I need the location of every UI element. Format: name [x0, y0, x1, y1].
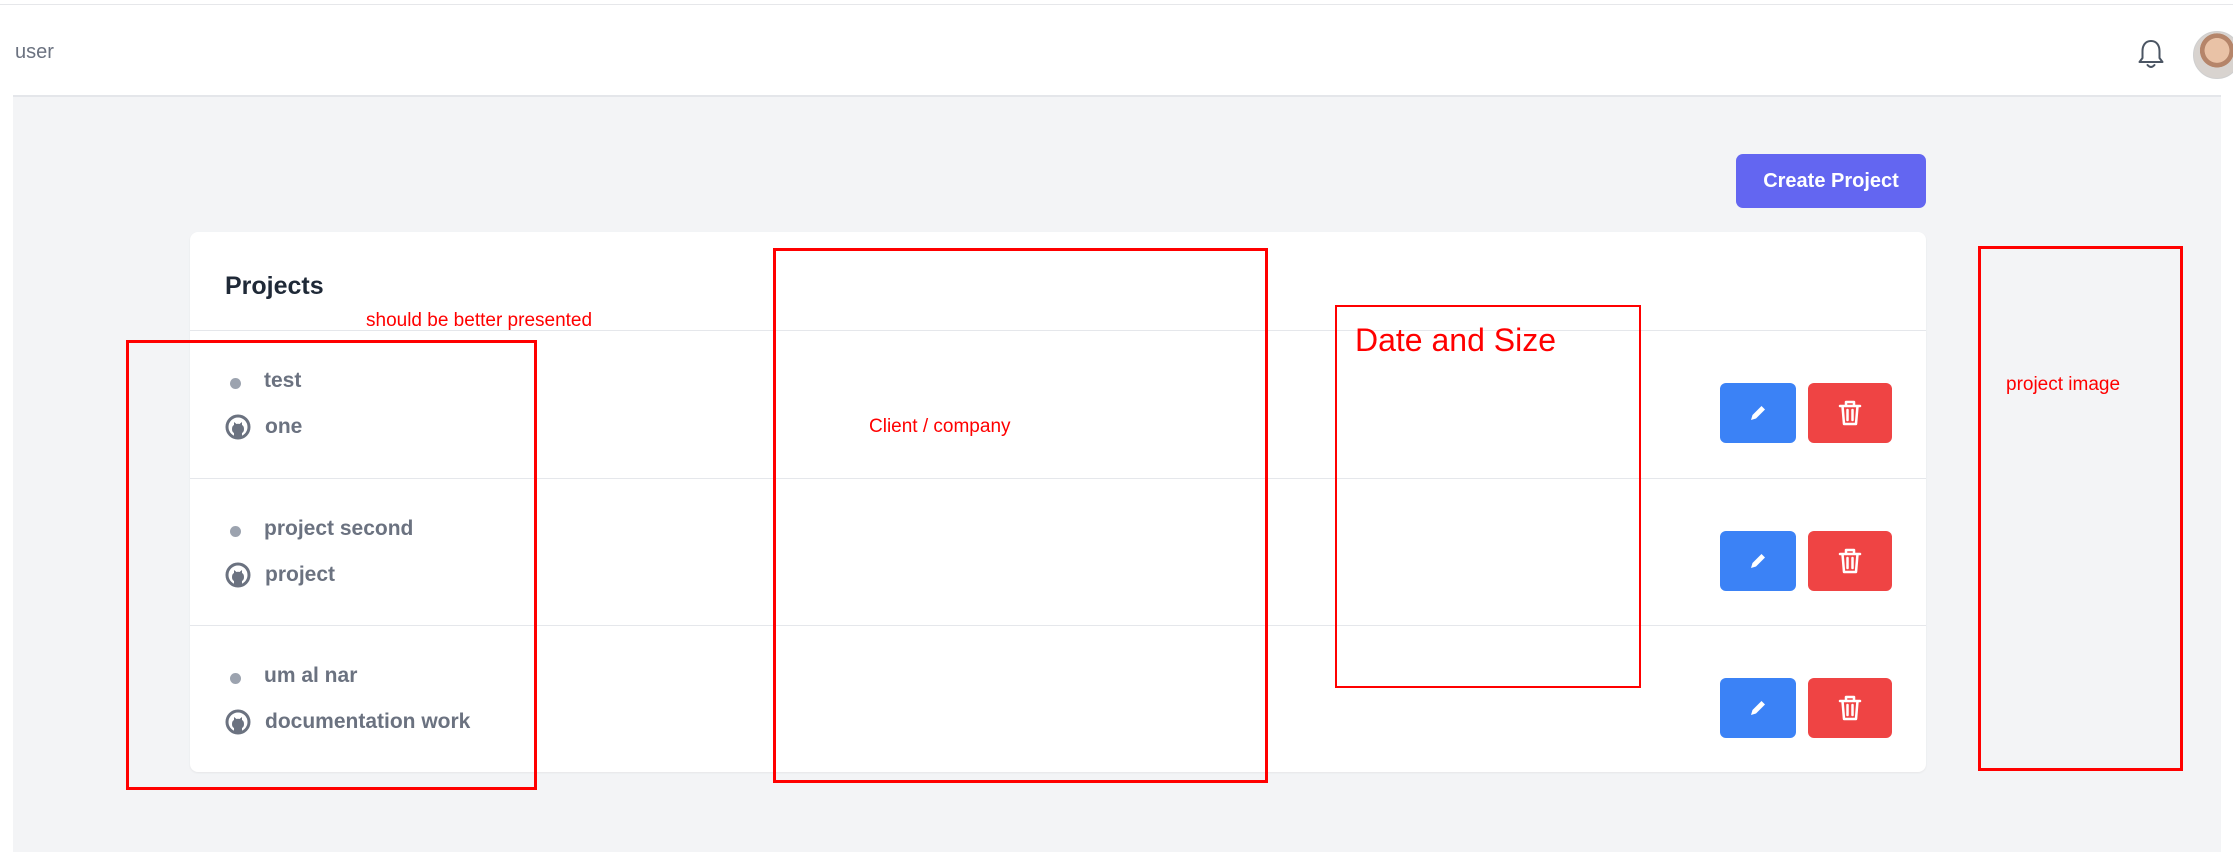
annotation-date-note: Date and Size — [1355, 322, 1557, 358]
trash-icon — [1838, 400, 1862, 426]
pencil-icon — [1751, 701, 1765, 715]
pencil-icon — [1751, 554, 1765, 568]
annotation-image-note: project image — [2006, 374, 2121, 395]
annotation-box-client — [773, 248, 1268, 783]
delete-button[interactable] — [1808, 383, 1892, 443]
annotation-client-note: Client / company — [869, 416, 1011, 437]
breadcrumb[interactable]: user — [15, 41, 54, 64]
edit-button[interactable] — [1720, 531, 1796, 591]
annotation-box-image — [1978, 246, 2183, 771]
edit-button[interactable] — [1720, 678, 1796, 738]
annotation-box-date — [1335, 305, 1641, 688]
projects-title: Projects — [225, 272, 324, 300]
pencil-icon — [1751, 406, 1765, 420]
edit-button[interactable] — [1720, 383, 1796, 443]
user-avatar[interactable] — [2193, 31, 2233, 79]
app-window: user Create Project Projects test one pr… — [0, 0, 2233, 852]
trash-icon — [1838, 548, 1862, 574]
top-bar: user — [13, 5, 2233, 97]
create-project-button[interactable]: Create Project — [1736, 154, 1926, 208]
bell-icon[interactable] — [2135, 37, 2167, 71]
annotation-presentation-note: should be better presented — [366, 310, 593, 331]
trash-icon — [1838, 695, 1862, 721]
delete-button[interactable] — [1808, 678, 1892, 738]
delete-button[interactable] — [1808, 531, 1892, 591]
annotation-box-name — [126, 340, 537, 790]
